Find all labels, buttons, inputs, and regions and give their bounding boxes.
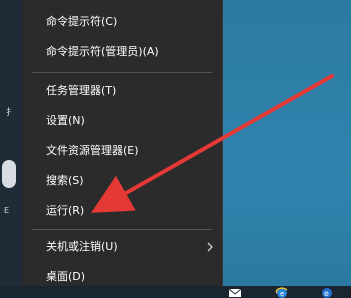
svg-text:e: e [324,289,329,298]
menu-item-label: 命令提示符(C) [46,15,118,28]
winx-context-menu: 命令提示符(C) 命令提示符(管理员)(A) 任务管理器(T) 设置(N) 文件… [22,0,223,286]
menu-item-command-prompt-admin[interactable]: 命令提示符(管理员)(A) [22,38,222,66]
start-left-strip: 扌 E [0,0,22,286]
menu-item-command-prompt[interactable]: 命令提示符(C) [22,8,222,36]
strip-text: E [4,206,10,215]
menu-item-label: 搜索(S) [46,174,84,187]
taskbar [0,286,351,298]
menu-item-label: 设置(N) [46,114,85,127]
chevron-right-icon [207,242,213,252]
strip-glyph: 扌 [6,108,16,118]
menu-item-shutdown-signout[interactable]: 关机或注销(U) [22,233,222,261]
menu-item-label: 关机或注销(U) [46,240,118,253]
mail-icon[interactable] [228,287,242,298]
menu-item-label: 运行(R) [46,204,85,217]
menu-item-task-manager[interactable]: 任务管理器(T) [22,77,222,105]
menu-item-label: 任务管理器(T) [46,84,117,97]
menu-separator [32,72,212,73]
menu-separator [32,229,212,230]
svg-text:e: e [280,290,284,298]
menu-item-label: 文件资源管理器(E) [46,144,139,157]
menu-item-search[interactable]: 搜索(S) [22,167,222,195]
menu-item-file-explorer[interactable]: 文件资源管理器(E) [22,137,222,165]
user-avatar[interactable] [2,160,16,188]
edge-icon[interactable]: e [320,287,334,298]
menu-item-run[interactable]: 运行(R) [22,197,222,225]
ie-icon[interactable]: e [275,287,289,298]
menu-item-label: 命令提示符(管理员)(A) [46,45,159,58]
menu-item-label: 桌面(D) [46,270,86,283]
menu-item-settings[interactable]: 设置(N) [22,107,222,135]
